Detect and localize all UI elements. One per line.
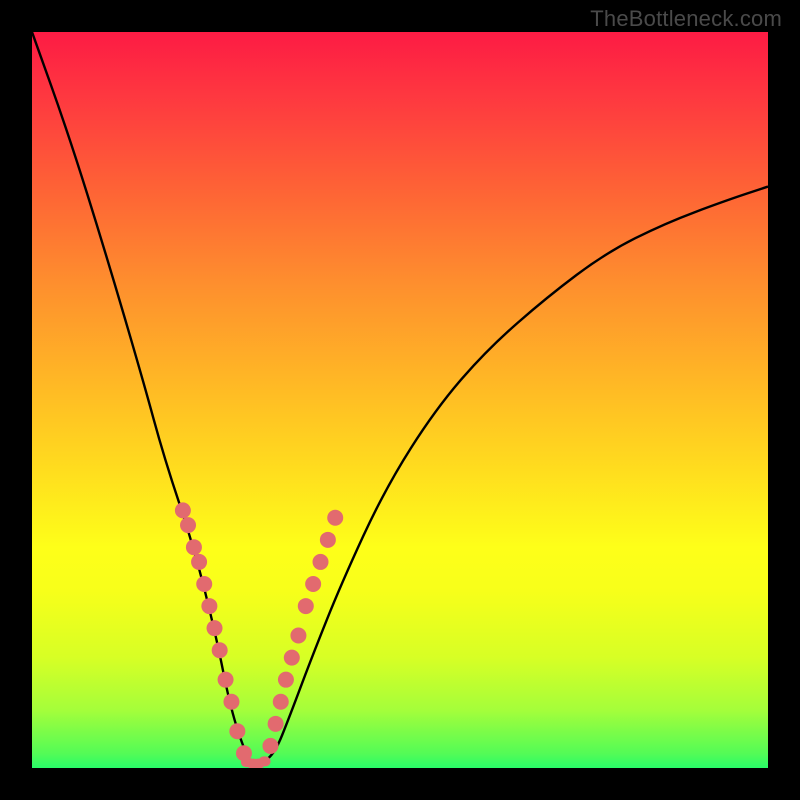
curve-marker	[313, 554, 329, 570]
curve-layer	[32, 32, 768, 768]
curve-marker	[262, 738, 278, 754]
curve-marker	[284, 650, 300, 666]
curve-marker	[278, 672, 294, 688]
curve-marker	[212, 642, 228, 658]
curve-marker	[268, 716, 284, 732]
curve-marker	[201, 598, 217, 614]
curve-marker	[186, 539, 202, 555]
curve-marker	[259, 756, 271, 766]
plot-area	[32, 32, 768, 768]
curve-marker	[305, 576, 321, 592]
curve-marker	[327, 510, 343, 526]
curve-marker	[196, 576, 212, 592]
bottleneck-curve	[32, 32, 768, 764]
curve-marker	[175, 502, 191, 518]
curve-marker	[180, 517, 196, 533]
chart-frame: TheBottleneck.com	[0, 0, 800, 800]
curve-marker	[273, 694, 289, 710]
watermark-text: TheBottleneck.com	[590, 6, 782, 32]
curve-marker	[207, 620, 223, 636]
curve-marker	[223, 694, 239, 710]
curve-marker	[290, 628, 306, 644]
curve-marker	[191, 554, 207, 570]
curve-marker	[320, 532, 336, 548]
curve-marker	[229, 723, 245, 739]
curve-marker	[298, 598, 314, 614]
curve-marker	[218, 672, 234, 688]
